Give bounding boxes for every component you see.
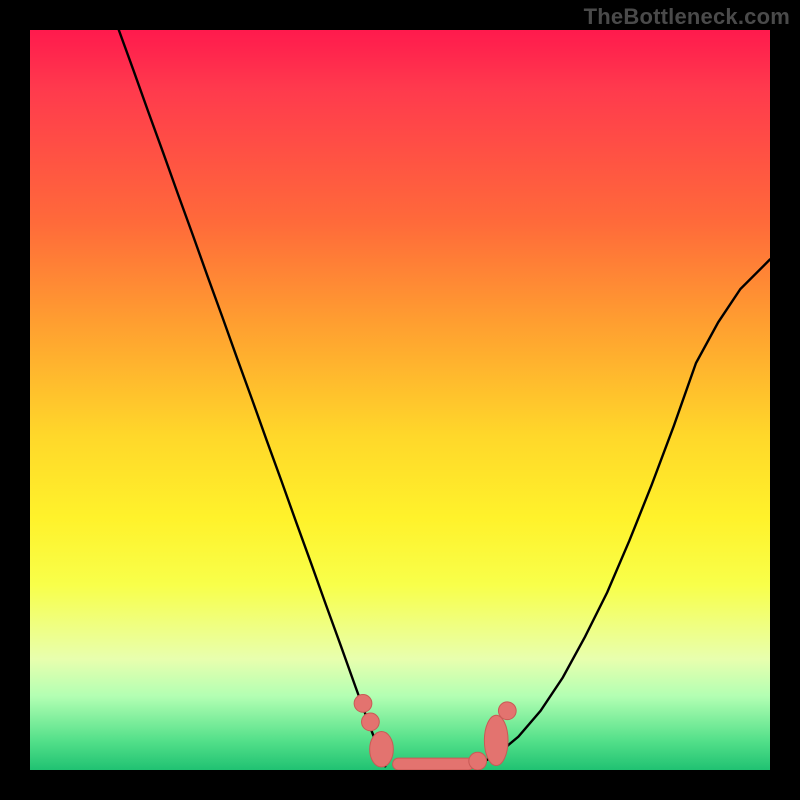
chart-svg [30,30,770,770]
marker-right-cluster [498,702,516,720]
curve-left-curve [119,30,385,766]
marker-left-cluster [370,732,394,768]
marker-right-cluster [484,715,508,765]
marker-left-cluster [354,695,372,713]
marker-right-cluster [469,752,487,770]
attribution-text: TheBottleneck.com [584,4,790,30]
plot-area [30,30,770,770]
marker-bottom-bar [393,758,474,770]
chart-frame: TheBottleneck.com [0,0,800,800]
curve-right-curve [474,259,770,766]
marker-left-cluster [362,713,380,731]
